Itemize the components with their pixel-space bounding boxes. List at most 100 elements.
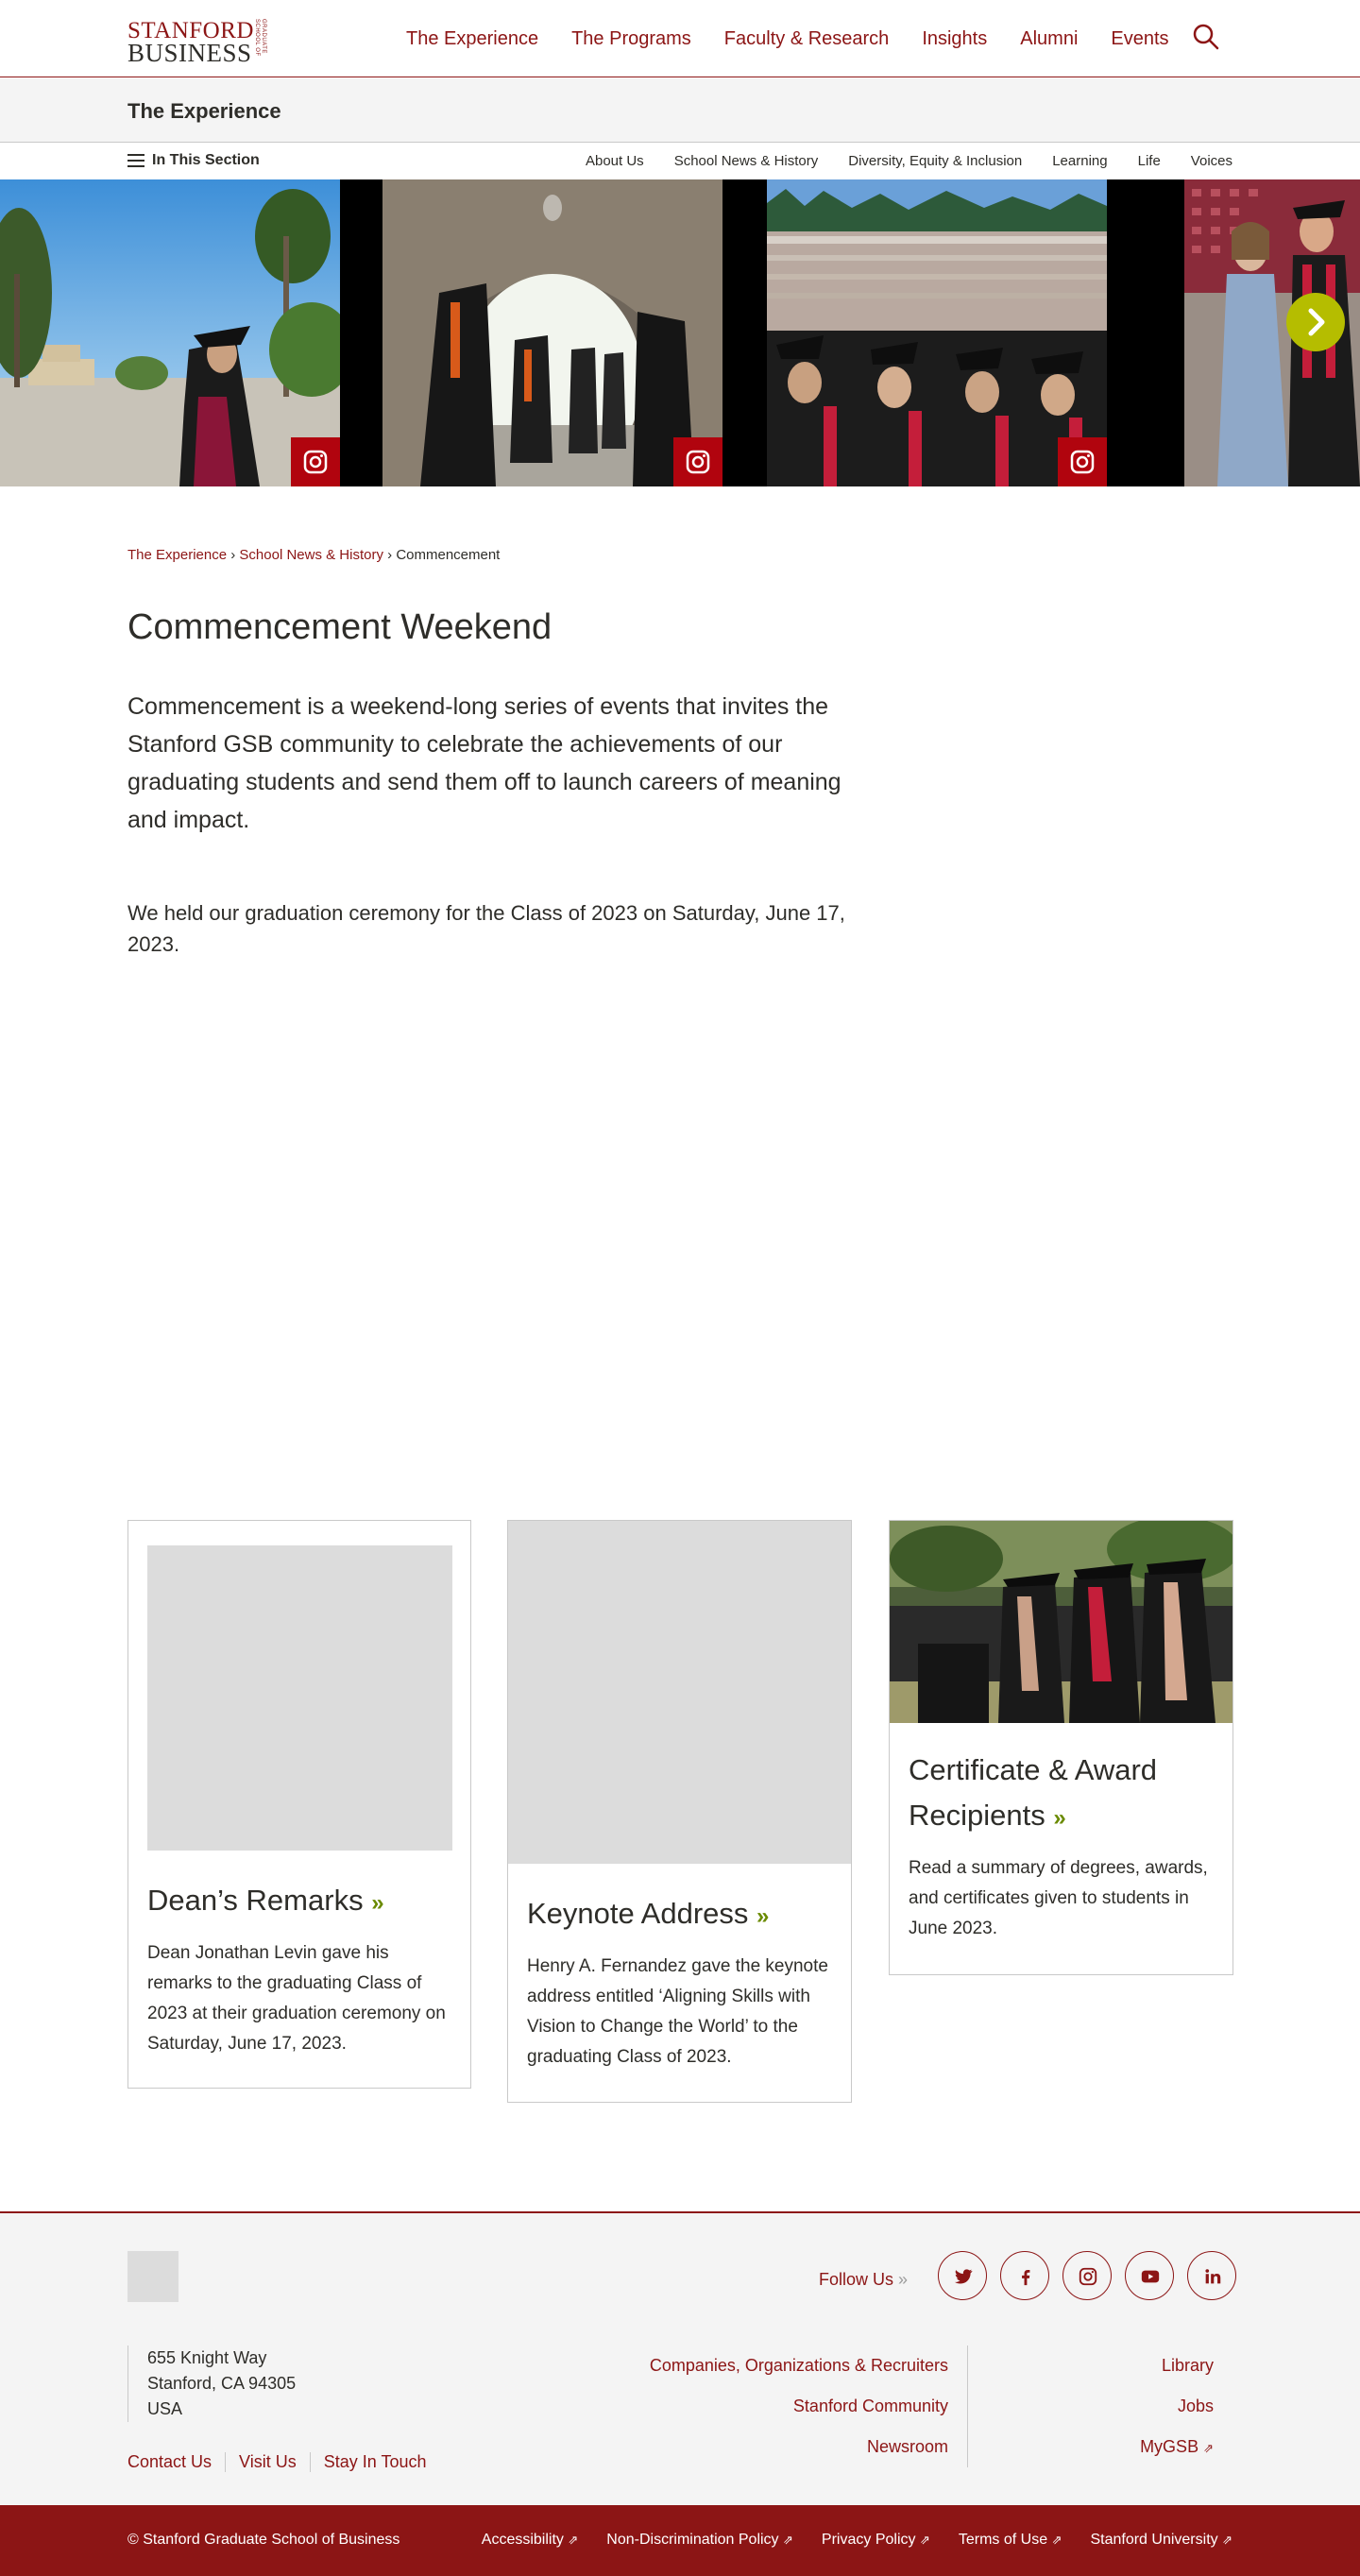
nav-the-experience[interactable]: The Experience — [406, 28, 538, 50]
youtube-icon[interactable] — [1125, 2251, 1174, 2300]
breadcrumb-separator: › — [387, 547, 393, 563]
external-link-icon: ⇗ — [1222, 2533, 1232, 2547]
gallery-photo[interactable] — [767, 179, 1107, 486]
instagram-icon[interactable] — [291, 437, 340, 486]
social-links — [938, 2251, 1236, 2300]
card-title-text: Dean’s Remarks — [147, 1884, 364, 1917]
legal-link-privacy[interactable]: Privacy Policy ⇗ — [822, 2532, 930, 2549]
card-certificate-award-recipients[interactable]: Certificate & Award Recipients » Read a … — [889, 1520, 1233, 1975]
breadcrumb-the-experience[interactable]: The Experience — [128, 547, 227, 563]
card-deans-remarks[interactable]: Dean’s Remarks » Dean Jonathan Levin gav… — [128, 1520, 471, 2089]
gallery-photo[interactable] — [382, 179, 722, 486]
instagram-gallery — [0, 179, 1360, 486]
card-image-placeholder — [147, 1545, 452, 1851]
card-title-text: Certificate & Award Recipients — [909, 1753, 1158, 1832]
footer-links-column-1: Companies, Organizations & Recruiters St… — [604, 2346, 968, 2467]
facebook-icon[interactable] — [1000, 2251, 1049, 2300]
intro-paragraph: We held our graduation ceremony for the … — [128, 901, 845, 956]
gallery-photo[interactable] — [0, 179, 340, 486]
in-this-section-label: In This Section — [152, 152, 260, 168]
linkedin-icon[interactable] — [1187, 2251, 1236, 2300]
carousel-next-button[interactable] — [1286, 293, 1345, 351]
legal-link-non-discrimination[interactable]: Non-Discrimination Policy ⇗ — [606, 2532, 793, 2549]
nav-alumni[interactable]: Alumni — [1020, 28, 1078, 50]
footer-link-visit-us[interactable]: Visit Us — [225, 2452, 310, 2472]
subnav-diversity[interactable]: Diversity, Equity & Inclusion — [848, 153, 1022, 169]
section-title[interactable]: The Experience — [128, 99, 281, 124]
breadcrumb-separator: › — [230, 547, 236, 563]
legal-links: Accessibility ⇗ Non-Discrimination Polic… — [482, 2532, 1232, 2549]
subnav-learning[interactable]: Learning — [1052, 153, 1107, 169]
footer-link-companies[interactable]: Companies, Organizations & Recruiters — [604, 2346, 948, 2386]
nav-events[interactable]: Events — [1111, 28, 1168, 50]
nav-the-programs[interactable]: The Programs — [571, 28, 691, 50]
legal-link-label: Accessibility — [481, 2532, 564, 2548]
follow-us-text: Follow Us — [819, 2270, 894, 2289]
footer-contact-links: Contact Us Visit Us Stay In Touch — [128, 2452, 439, 2472]
external-link-icon: ⇗ — [1051, 2533, 1062, 2547]
card-title-text: Keynote Address — [527, 1897, 749, 1930]
double-chevron-right-icon: » — [371, 1890, 384, 1916]
footer-link-stay-in-touch[interactable]: Stay In Touch — [309, 2452, 440, 2472]
legal-link-terms[interactable]: Terms of Use ⇗ — [959, 2532, 1062, 2549]
external-link-icon: ⇗ — [783, 2533, 793, 2547]
mygsb-label: MyGSB — [1140, 2437, 1199, 2456]
address-line: Stanford, CA 94305 — [147, 2374, 297, 2393]
card-keynote-address[interactable]: Keynote Address » Henry A. Fernandez gav… — [507, 1520, 852, 2103]
external-link-icon: ⇗ — [919, 2533, 930, 2547]
legal-link-accessibility[interactable]: Accessibility ⇗ — [482, 2532, 579, 2549]
section-bar: The Experience — [0, 78, 1360, 143]
card-title[interactable]: Dean’s Remarks » — [147, 1878, 459, 1926]
card-title[interactable]: Certificate & Award Recipients » — [909, 1748, 1220, 1841]
copyright: © Stanford Graduate School of Business — [128, 2532, 400, 2548]
footer-logo-placeholder[interactable] — [128, 2251, 178, 2302]
address-line: 655 Knight Way — [147, 2348, 267, 2367]
nav-faculty-research[interactable]: Faculty & Research — [724, 28, 890, 50]
subnav-about-us[interactable]: About Us — [586, 153, 644, 169]
chevron-right-icon — [1308, 308, 1325, 336]
external-link-icon: ⇗ — [568, 2533, 579, 2547]
footer-link-contact-us[interactable]: Contact Us — [128, 2452, 225, 2472]
subnav-school-news-history[interactable]: School News & History — [674, 153, 819, 169]
breadcrumb-school-news-history[interactable]: School News & History — [239, 547, 383, 563]
instagram-icon[interactable] — [1062, 2251, 1112, 2300]
footer-link-newsroom[interactable]: Newsroom — [604, 2427, 948, 2467]
footer-bottom-bar: © Stanford Graduate School of Business A… — [0, 2505, 1360, 2576]
card-image — [890, 1521, 1232, 1723]
footer-link-stanford-community[interactable]: Stanford Community — [604, 2386, 948, 2427]
intro-lead: Commencement is a weekend-long series of… — [128, 693, 842, 833]
footer-link-mygsb[interactable]: MyGSB ⇗ — [973, 2427, 1214, 2468]
subnav-voices[interactable]: Voices — [1191, 153, 1232, 169]
legal-link-label: Non-Discrimination Policy — [606, 2532, 779, 2548]
section-subnav: In This Section About Us School News & H… — [0, 144, 1360, 179]
in-this-section-menu[interactable]: In This Section — [128, 152, 260, 169]
external-link-icon: ⇗ — [1203, 2441, 1214, 2455]
card-description: Read a summary of degrees, awards, and c… — [909, 1858, 1208, 1938]
subnav-life[interactable]: Life — [1138, 153, 1161, 169]
stanford-gsb-logo[interactable]: STANFORD BUSINESS GRADUATE SCHOOL OF — [128, 17, 279, 67]
follow-us-label: Follow Us » — [819, 2270, 908, 2290]
legal-link-label: Stanford University — [1090, 2532, 1218, 2548]
card-description: Henry A. Fernandez gave the keynote addr… — [527, 1956, 828, 2067]
nav-insights[interactable]: Insights — [922, 28, 987, 50]
breadcrumb: The Experience › School News & History ›… — [128, 547, 500, 563]
twitter-icon[interactable] — [938, 2251, 987, 2300]
footer-link-library[interactable]: Library — [973, 2346, 1214, 2386]
double-chevron-right-icon: » — [1053, 1805, 1066, 1831]
legal-link-label: Privacy Policy — [821, 2532, 916, 2548]
address-line: USA — [147, 2399, 183, 2418]
card-description: Dean Jonathan Levin gave his remarks to … — [147, 1943, 446, 2054]
legal-link-label: Terms of Use — [958, 2532, 1048, 2548]
card-title[interactable]: Keynote Address » — [527, 1891, 839, 1939]
footer-address: 655 Knight Way Stanford, CA 94305 USA — [128, 2346, 296, 2422]
legal-link-stanford-university[interactable]: Stanford University ⇗ — [1090, 2532, 1232, 2549]
instagram-icon[interactable] — [673, 437, 722, 486]
footer-link-jobs[interactable]: Jobs — [973, 2386, 1214, 2427]
search-icon[interactable] — [1192, 23, 1220, 51]
site-header: STANFORD BUSINESS GRADUATE SCHOOL OF The… — [0, 0, 1360, 77]
section-links: About Us School News & History Diversity… — [586, 153, 1232, 169]
logo-business: BUSINESS — [128, 39, 252, 67]
instagram-icon[interactable] — [1058, 437, 1107, 486]
hamburger-icon — [128, 154, 144, 167]
logo-graduate-school: GRADUATE SCHOOL OF — [254, 19, 266, 57]
